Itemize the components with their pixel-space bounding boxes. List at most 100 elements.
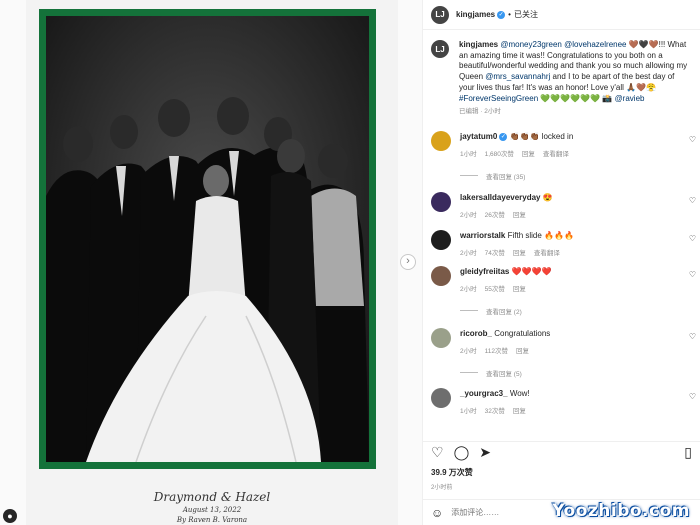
commenter-avatar[interactable]	[431, 265, 451, 286]
caption-author-avatar[interactable]: LJ	[431, 40, 449, 58]
verified-badge-icon: ✓	[497, 10, 506, 19]
comment-likes[interactable]: 1,680次赞	[485, 151, 514, 158]
comment-body: gleidyfreiitas ❤️❤️❤️❤️ 2小时 55次赞 回复查看回复 (2)	[460, 266, 685, 316]
comment-text: Fifth slide 🔥🔥🔥	[507, 230, 574, 240]
reply-button[interactable]: 回复	[513, 212, 526, 219]
author-avatar[interactable]: LJ	[431, 5, 449, 24]
comment-heart-icon[interactable]: ♡	[689, 135, 696, 144]
comment-text: 😍	[542, 192, 553, 202]
bookmark-icon[interactable]: ▯	[684, 444, 692, 461]
view-replies-button[interactable]: 查看回复 (2)	[460, 306, 685, 316]
comments-scroll-area[interactable]: LJ kingjames @money23green @lovehazelren…	[423, 31, 700, 435]
comment-meta: 2小时 26次赞 回复	[460, 209, 685, 219]
comment-item: ricorob_ Congratulations 2小时 112次赞 回复查看回复 (…	[423, 327, 700, 378]
wedding-group-photo	[46, 16, 369, 462]
comment-item: gleidyfreiitas ❤️❤️❤️❤️ 2小时 55次赞 回复查看回复 (2)…	[423, 265, 700, 316]
comment-time: 2小时	[460, 285, 477, 293]
caption-mention[interactable]: @ravieb	[615, 94, 645, 103]
comment-heart-icon[interactable]: ♡	[689, 332, 696, 341]
comment-time: 2小时	[460, 249, 477, 257]
author-username[interactable]: kingjames	[456, 10, 495, 19]
caption-date: August 13, 2022	[182, 506, 242, 514]
comment-meta: 2小时 112次赞 回复	[460, 345, 685, 355]
photo-card: Draymond & Hazel August 13, 2022 By Rave…	[26, 0, 398, 525]
post-timestamp: 2小时前	[431, 485, 453, 491]
comment-text: ❤️❤️❤️❤️	[511, 266, 552, 276]
comment-likes[interactable]: 26次赞	[485, 212, 505, 219]
comment-text: Congratulations	[494, 328, 551, 338]
comment-list: jaytatum0 ✓ 👏🏾👏🏾👏🏾 locked in 1小时 1,680次赞 回复查…	[423, 130, 700, 415]
comment-heart-icon[interactable]: ♡	[689, 270, 696, 279]
follow-status-button[interactable]: 已关注	[514, 9, 538, 20]
commenter-username[interactable]: lakersalldayeveryday	[460, 193, 541, 202]
comment-heart-icon[interactable]: ♡	[689, 234, 696, 243]
comment-time: 1小时	[460, 150, 477, 158]
view-replies-label: 查看回复 (35)	[486, 173, 526, 181]
caption-mention[interactable]: @mrs_savannahrj	[485, 72, 550, 81]
commenter-username[interactable]: jaytatum0	[460, 132, 497, 141]
green-frame	[39, 9, 376, 469]
caption-meta: 已编辑 · 2小时	[459, 108, 501, 116]
replies-line	[460, 175, 478, 177]
comment-item: _yourgrac3_ Wow! 1小时 32次赞 回复 ♡	[423, 387, 700, 415]
comment-likes[interactable]: 32次赞	[485, 408, 505, 415]
commenter-avatar[interactable]	[431, 229, 451, 250]
commenter-avatar[interactable]	[431, 191, 451, 212]
comment-heart-icon[interactable]: ♡	[689, 196, 696, 205]
caption-text-part: 💚💚💚💚💚💚 📸	[538, 93, 615, 103]
replies-line	[460, 372, 478, 374]
reply-button[interactable]: 回复	[513, 408, 526, 415]
comment-item: jaytatum0 ✓ 👏🏾👏🏾👏🏾 locked in 1小时 1,680次赞 回复查…	[423, 130, 700, 181]
emoji-icon[interactable]: ☺	[431, 506, 443, 520]
comment-time: 2小时	[460, 211, 477, 219]
comment-likes[interactable]: 74次赞	[485, 250, 505, 257]
reply-button[interactable]: 回复	[516, 348, 529, 355]
next-slide-button[interactable]: ›	[400, 254, 416, 270]
reply-button[interactable]: 回复	[513, 286, 526, 293]
commenter-username[interactable]: gleidyfreiitas	[460, 267, 509, 276]
comment-heart-icon[interactable]: ♡	[689, 392, 696, 401]
share-icon[interactable]: ➤	[479, 444, 491, 461]
commenter-username[interactable]: warriorstalk	[460, 231, 505, 240]
post-caption: LJ kingjames @money23green @lovehazelren…	[423, 31, 700, 118]
like-count[interactable]: 39.9 万次赞	[431, 467, 473, 478]
photo-caption: Draymond & Hazel August 13, 2022 By Rave…	[26, 490, 398, 524]
comment-body: lakersalldayeveryday 😍 2小时 26次赞 回复	[460, 192, 685, 219]
caption-credit: By Raven B. Varona	[176, 516, 248, 524]
caption-mention[interactable]: @money23green	[500, 40, 562, 49]
comment-icon[interactable]: ◯	[454, 444, 470, 461]
comment-meta: 2小时 74次赞 回复 查看翻译	[460, 247, 685, 257]
comment-meta: 1小时 1,680次赞 回复 查看翻译	[460, 148, 685, 158]
commenter-avatar[interactable]	[431, 327, 451, 348]
heart-icon[interactable]: ♡	[431, 444, 444, 461]
commenter-username[interactable]: ricorob_	[460, 329, 492, 338]
view-replies-label: 查看回复 (5)	[486, 370, 522, 378]
comment-text: 👏🏾👏🏾👏🏾 locked in	[509, 131, 574, 141]
commenter-avatar[interactable]	[431, 387, 451, 408]
profile-avatar-icon[interactable]: ●	[3, 509, 17, 523]
view-replies-button[interactable]: 查看回复 (5)	[460, 368, 685, 378]
caption-mention[interactable]: @lovehazelrenee	[564, 40, 626, 49]
view-replies-label: 查看回复 (2)	[486, 308, 522, 316]
view-replies-button[interactable]: 查看回复 (35)	[460, 171, 685, 181]
reply-button[interactable]: 回复	[522, 151, 535, 158]
comment-item: lakersalldayeveryday 😍 2小时 26次赞 回复 ♡	[423, 191, 700, 219]
caption-mention[interactable]: #ForeverSeeingGreen	[459, 94, 538, 103]
caption-text: kingjames @money23green @lovehazelrenee …	[459, 40, 689, 118]
replies-line	[460, 310, 478, 312]
caption-content: @money23green @lovehazelrenee 🤎🖤🤎!!! Wha…	[459, 40, 687, 103]
wedding-photo	[46, 16, 369, 462]
reply-button[interactable]: 回复	[513, 250, 526, 257]
translate-button[interactable]: 查看翻译	[543, 151, 569, 158]
post-media: Draymond & Hazel August 13, 2022 By Rave…	[0, 0, 422, 525]
translate-button[interactable]: 查看翻译	[534, 250, 560, 257]
comment-likes[interactable]: 55次赞	[485, 286, 505, 293]
caption-username[interactable]: kingjames	[459, 40, 498, 49]
watermark: Yoozhibo.com	[552, 501, 690, 521]
comment-body: _yourgrac3_ Wow! 1小时 32次赞 回复	[460, 388, 685, 415]
commenter-avatar[interactable]	[431, 130, 451, 151]
post-header: LJ kingjames ✓ • 已关注	[423, 0, 700, 30]
comment-likes[interactable]: 112次赞	[485, 348, 508, 355]
comment-time: 2小时	[460, 347, 477, 355]
commenter-username[interactable]: _yourgrac3_	[460, 389, 508, 398]
